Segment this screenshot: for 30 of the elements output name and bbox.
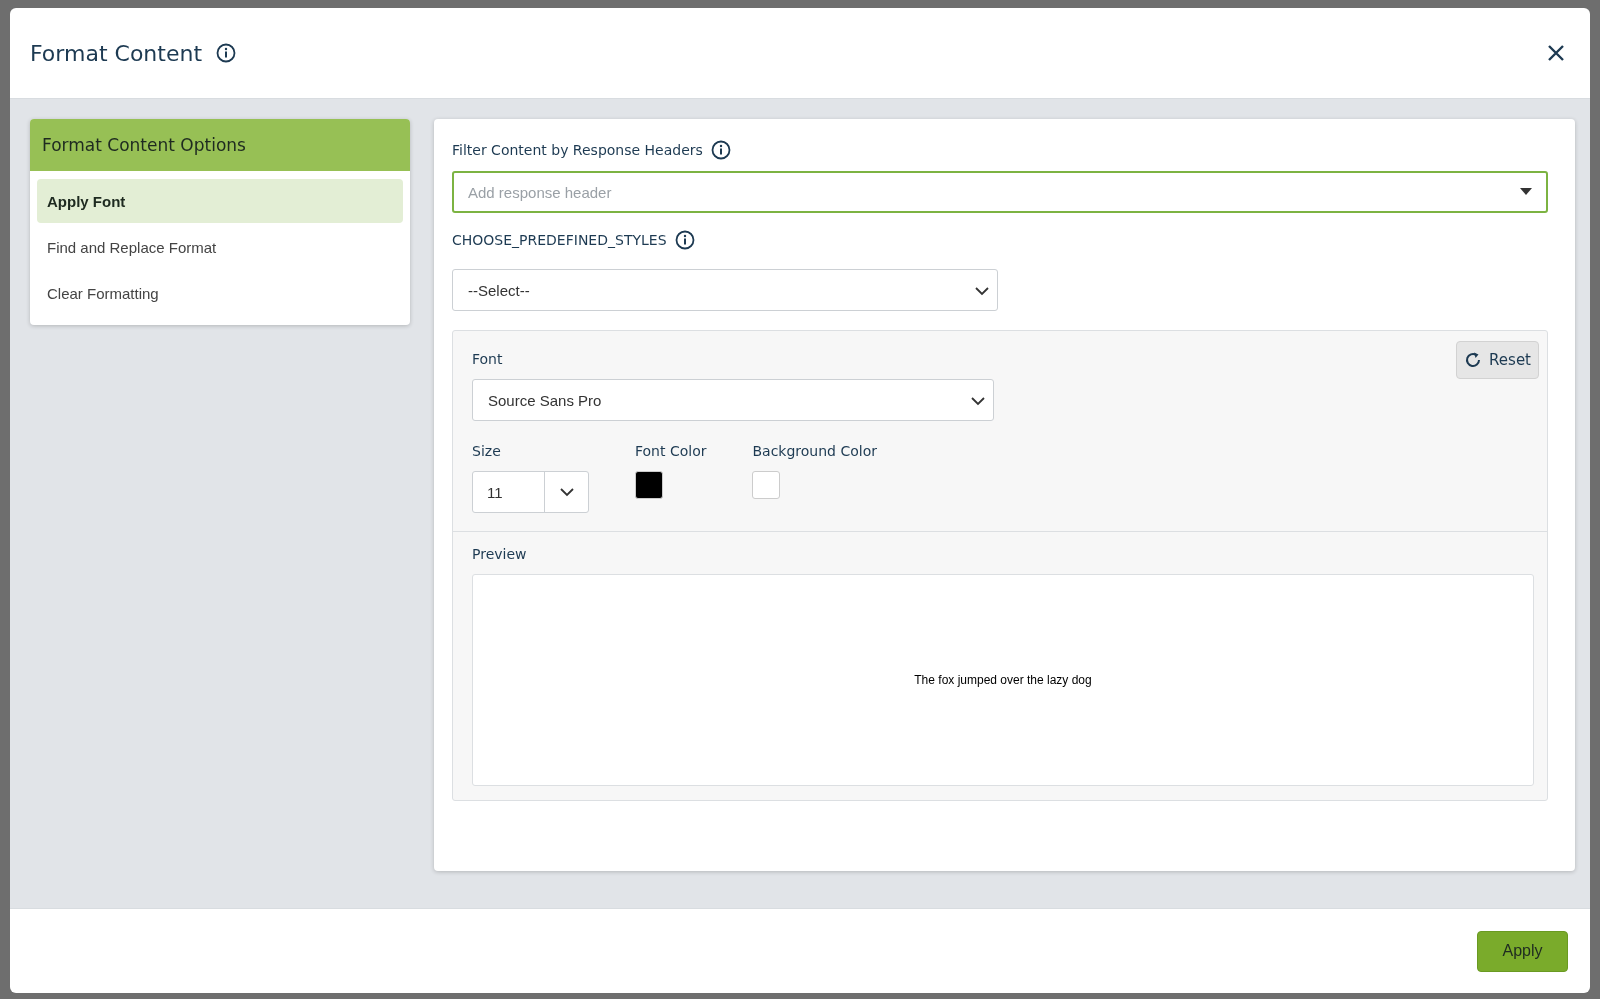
background-color-swatch[interactable] [752,471,781,499]
field-label: Preview [472,546,528,564]
field-label: Size [472,443,502,461]
info-icon[interactable] [216,43,236,63]
dropdown-arrow-icon [1520,188,1532,196]
field-label: Font Color [635,443,707,461]
font-dropdown[interactable]: Source Sans Pro [472,379,994,421]
close-icon [1546,43,1566,63]
size-dropdown[interactable]: 11 [472,471,589,513]
option-item[interactable]: Find and Replace Format [37,225,403,269]
dialog-title: Format Content [30,40,202,66]
refresh-icon [1464,351,1483,369]
response-header-field[interactable]: Add response header [452,171,1548,213]
option-item[interactable]: Clear Formatting [37,271,403,315]
reset-button[interactable]: Reset [1456,341,1539,379]
chevron-down-icon [971,396,985,406]
info-icon[interactable] [710,140,731,160]
preview-text: The fox jumped over the lazy dog [914,673,1092,687]
option-item[interactable]: Apply Font [37,179,403,223]
predefined-styles-dropdown[interactable]: --Select-- [452,269,998,311]
chevron-down-icon [975,286,989,296]
field-label: Font [472,351,504,369]
chevron-down-icon [559,487,574,497]
apply-button[interactable]: Apply [1477,930,1568,972]
field-label: Filter Content by Response Headers [452,142,703,158]
field-label: Background Color [752,443,877,461]
options-header: Format Content Options [30,119,410,171]
info-icon[interactable] [674,230,695,250]
field-label: CHOOSE_PREDEFINED_STYLES [452,232,667,248]
font-color-swatch[interactable] [635,471,663,499]
